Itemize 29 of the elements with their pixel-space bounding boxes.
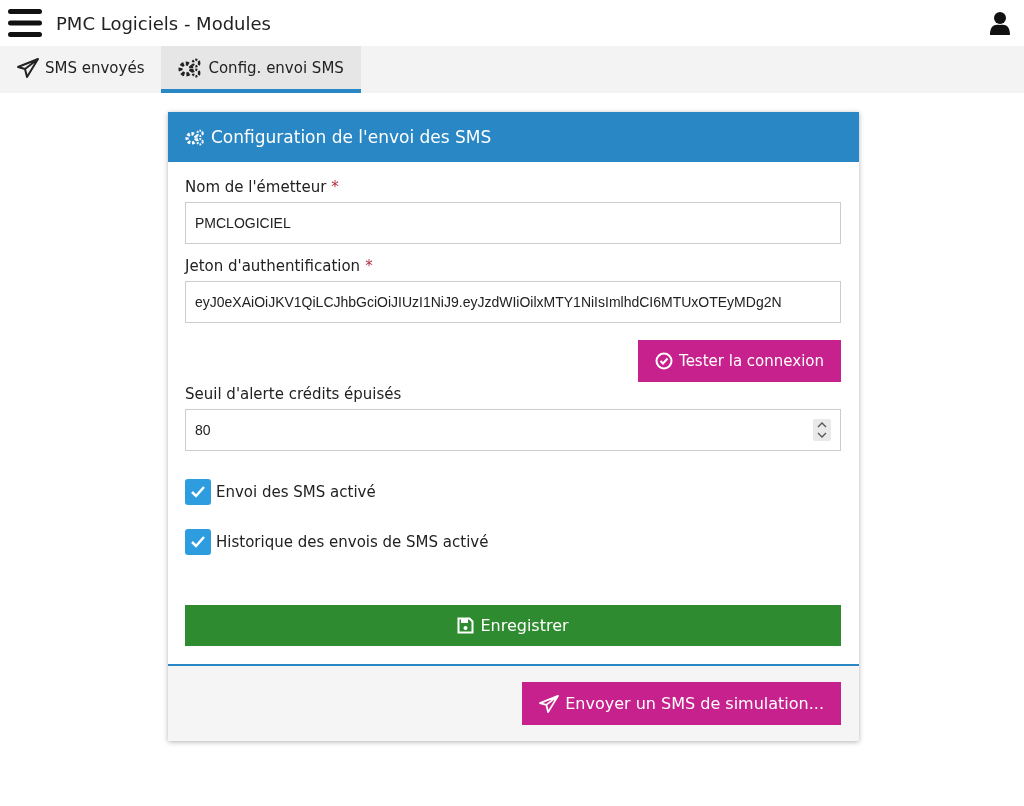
card-title: Configuration de l'envoi des SMS [211, 127, 492, 147]
check-circle-icon [655, 352, 674, 370]
save-button[interactable]: Enregistrer [185, 605, 841, 646]
required-mark: * [365, 257, 373, 275]
field-label: Nom de l'émetteur [185, 178, 327, 196]
test-connection-button[interactable]: Tester la connexion [638, 340, 841, 382]
app-title: PMC Logiciels - Modules [56, 12, 272, 34]
checkbox-label: Historique des envois de SMS activé [216, 533, 489, 551]
field-label: Jeton d'authentification [185, 257, 361, 275]
number-field[interactable]: 80 [185, 409, 841, 451]
gears-icon [178, 57, 203, 78]
paper-plane-icon [17, 57, 39, 78]
tab[interactable]: Config. envoi SMS [161, 46, 361, 93]
required-mark: * [331, 178, 339, 196]
menu-icon[interactable] [8, 9, 42, 37]
checkmark-icon [190, 485, 206, 499]
send-simulation-button[interactable]: Envoyer un SMS de simulation... [522, 682, 841, 725]
field-label: Seuil d'alerte crédits épuisés [185, 385, 402, 403]
gears-icon [185, 128, 205, 146]
paper-plane-icon [539, 694, 560, 713]
checkbox-label: Envoi des SMS activé [216, 483, 376, 501]
checkbox[interactable] [185, 479, 211, 505]
input-field[interactable]: eyJ0eXAiOiJKV1QiLCJhbGciOiJIUzI1NiJ9.eyJzdWIiOilxMTY1NiIsImlhdCI6MTUxOTEyMDg2N [185, 281, 841, 323]
input-field[interactable]: PMCLOGICIEL [185, 202, 841, 244]
user-icon[interactable] [990, 11, 1010, 35]
spinner-icon[interactable] [813, 419, 831, 441]
checkmark-icon [190, 535, 206, 549]
tab[interactable]: SMS envoyés [0, 46, 162, 93]
checkbox[interactable] [185, 529, 211, 555]
